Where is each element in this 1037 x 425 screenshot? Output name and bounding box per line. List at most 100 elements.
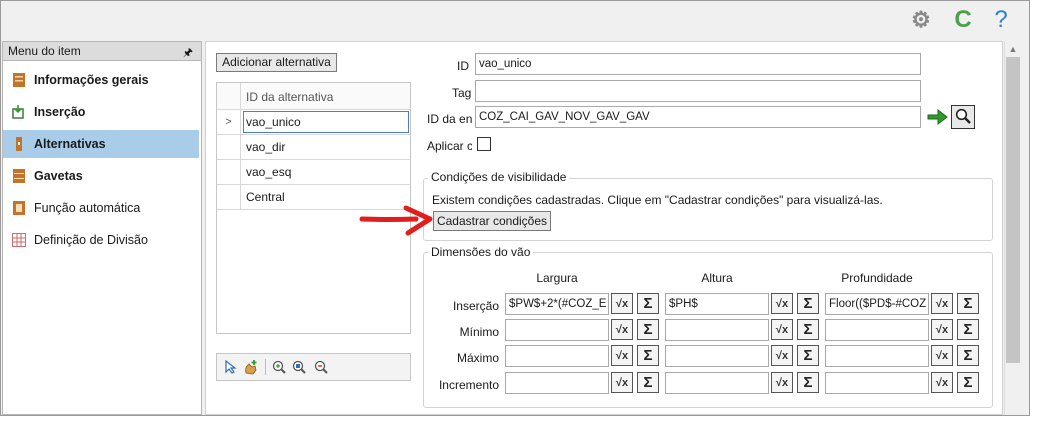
id-input[interactable]: vao_unico xyxy=(475,53,921,75)
table-cell[interactable]: vao_esq xyxy=(246,160,291,184)
apply-label: Aplicar c xyxy=(427,139,472,153)
sum-icon[interactable]: Σ xyxy=(957,293,979,314)
pin-icon[interactable]: 🖈 xyxy=(183,44,193,63)
visibility-conditions-group xyxy=(423,178,993,241)
column-header-height: Altura xyxy=(701,271,733,285)
formula-icon[interactable]: √x xyxy=(771,293,793,314)
sidebar-item-definicao-de-divisao[interactable]: Definição de Divisão xyxy=(3,226,199,254)
formula-icon[interactable]: √x xyxy=(611,293,633,314)
row-selected-marker: > xyxy=(217,110,241,134)
entity-id-label: ID da en xyxy=(427,112,472,126)
dimensions-legend: Dimensões do vão xyxy=(428,245,534,259)
row-selector xyxy=(217,160,241,184)
sidebar-item-insercao[interactable]: Inserção xyxy=(3,98,199,126)
table-header-row: ID da alternativa xyxy=(217,83,410,110)
division-grid-icon xyxy=(12,233,26,247)
sum-icon[interactable]: Σ xyxy=(637,293,659,314)
sidebar-item-informacoes-gerais[interactable]: Informações gerais xyxy=(3,66,199,94)
increment-width-input[interactable] xyxy=(505,372,609,394)
zoom-out-icon[interactable] xyxy=(313,359,329,375)
insertion-depth-input[interactable]: Floor(($PD$-#COZ xyxy=(825,293,929,315)
info-icon xyxy=(12,73,26,87)
increment-depth-input[interactable] xyxy=(825,372,929,394)
minimum-height-input[interactable] xyxy=(665,319,769,341)
sidebar-item-gavetas[interactable]: Gavetas xyxy=(3,162,199,190)
row-selector xyxy=(217,185,241,209)
table-row[interactable]: vao_dir xyxy=(217,135,410,160)
pointer-icon[interactable] xyxy=(223,359,239,375)
row-selector-header xyxy=(217,83,241,109)
formula-icon[interactable]: √x xyxy=(771,319,793,340)
sum-icon[interactable]: Σ xyxy=(957,372,979,393)
sidebar-title: Menu do item xyxy=(8,44,81,58)
table-row[interactable]: > vao_unico xyxy=(217,110,410,135)
sum-icon[interactable]: Σ xyxy=(797,345,819,366)
search-entity-button[interactable] xyxy=(951,105,975,129)
insert-icon xyxy=(12,105,26,119)
minimum-depth-input[interactable] xyxy=(825,319,929,341)
sum-icon[interactable]: Σ xyxy=(637,319,659,340)
table-row[interactable]: vao_esq xyxy=(217,160,410,185)
selection-tools xyxy=(216,353,411,381)
sum-icon[interactable]: Σ xyxy=(637,345,659,366)
sum-icon[interactable]: Σ xyxy=(957,345,979,366)
apply-checkbox[interactable] xyxy=(477,137,491,151)
search-icon xyxy=(955,108,971,127)
formula-icon[interactable]: √x xyxy=(931,372,953,393)
sidebar-item-alternativas[interactable]: Alternativas xyxy=(3,130,199,158)
zoom-fit-icon[interactable] xyxy=(291,359,307,375)
scroll-up-icon[interactable]: ▲ xyxy=(1004,42,1022,56)
sidebar-item-label: Função automática xyxy=(34,201,141,215)
maximum-height-input[interactable] xyxy=(665,345,769,367)
formula-icon[interactable]: √x xyxy=(931,345,953,366)
formula-icon[interactable]: √x xyxy=(931,319,953,340)
sum-icon[interactable]: Σ xyxy=(957,319,979,340)
column-header-width: Largura xyxy=(536,271,578,285)
table-cell[interactable]: vao_unico xyxy=(246,110,301,134)
sidebar-item-label: Gavetas xyxy=(34,169,83,183)
add-hand-icon[interactable] xyxy=(243,359,259,375)
drawers-icon xyxy=(12,169,26,183)
formula-icon[interactable]: √x xyxy=(611,319,633,340)
table-cell[interactable]: vao_dir xyxy=(246,135,285,159)
sum-icon[interactable]: Σ xyxy=(637,372,659,393)
entity-id-input[interactable]: COZ_CAI_GAV_NOV_GAV_GAV xyxy=(475,106,921,128)
row-label-increment: Incremento xyxy=(438,378,499,392)
top-toolbar xyxy=(1,1,1029,39)
add-alternative-button[interactable]: Adicionar alternativa xyxy=(216,53,337,72)
insertion-width-input[interactable]: $PW$+2*(#COZ_E xyxy=(505,293,609,315)
formula-icon[interactable]: √x xyxy=(611,345,633,366)
formula-icon[interactable]: √x xyxy=(611,372,633,393)
row-selector xyxy=(217,135,241,159)
register-conditions-button[interactable]: Cadastrar condições xyxy=(433,211,551,231)
visibility-message: Existem condições cadastradas. Clique em… xyxy=(432,193,883,207)
minimum-width-input[interactable] xyxy=(505,319,609,341)
zoom-in-icon[interactable] xyxy=(271,359,287,375)
scrollbar-thumb[interactable] xyxy=(1006,57,1020,363)
sum-icon[interactable]: Σ xyxy=(797,372,819,393)
go-arrow-icon[interactable] xyxy=(925,106,949,128)
maximum-depth-input[interactable] xyxy=(825,345,929,367)
table-cell[interactable]: Central xyxy=(246,185,285,209)
column-header-alternative-id[interactable]: ID da alternativa xyxy=(246,85,333,109)
maximum-width-input[interactable] xyxy=(505,345,609,367)
red-arrow-annotation xyxy=(358,205,434,240)
sidebar-item-funcao-automatica[interactable]: Função automática xyxy=(3,194,199,222)
toolbar-divider xyxy=(265,359,266,375)
row-label-insertion: Inserção xyxy=(452,299,499,313)
row-label-maximum: Máximo xyxy=(456,351,499,365)
sidebar-header: Menu do item 🖈 xyxy=(3,42,201,61)
increment-height-input[interactable] xyxy=(665,372,769,394)
sum-icon[interactable]: Σ xyxy=(797,319,819,340)
formula-icon[interactable]: √x xyxy=(771,372,793,393)
tag-input[interactable] xyxy=(475,80,921,102)
sidebar-item-label: Definição de Divisão xyxy=(34,233,148,247)
item-menu-sidebar: Menu do item 🖈 Informações gerais Inserç… xyxy=(2,41,202,415)
formula-icon[interactable]: √x xyxy=(931,293,953,314)
gear-icon[interactable]: ⚙ xyxy=(908,7,934,32)
help-icon[interactable]: ? xyxy=(988,6,1014,33)
sum-icon[interactable]: Σ xyxy=(797,293,819,314)
refresh-icon[interactable]: C xyxy=(950,6,976,33)
formula-icon[interactable]: √x xyxy=(771,345,793,366)
insertion-height-input[interactable]: $PH$ xyxy=(665,293,769,315)
